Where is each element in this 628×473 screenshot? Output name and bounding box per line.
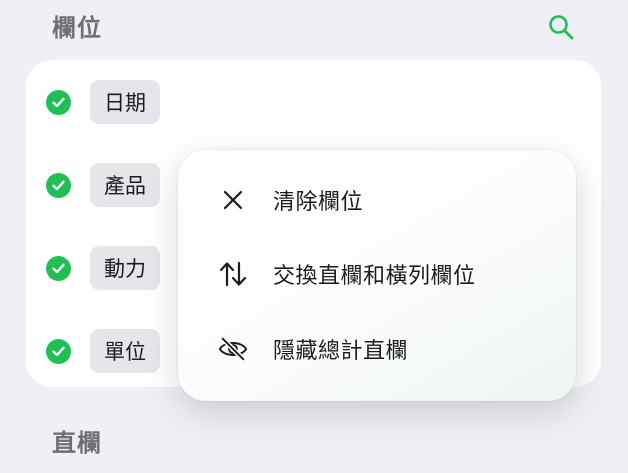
checkmark-icon <box>52 346 65 357</box>
swap-arrows-icon <box>218 260 248 288</box>
fields-section-title: 欄位 <box>52 14 102 42</box>
field-chip-power[interactable]: 動力 <box>90 246 160 290</box>
menu-item-label: 清除欄位 <box>273 190 364 215</box>
field-chip-date[interactable]: 日期 <box>90 80 160 124</box>
checkmark-icon <box>52 180 65 191</box>
search-icon <box>549 15 574 40</box>
search-button[interactable] <box>546 12 576 42</box>
field-chip-product[interactable]: 產品 <box>90 163 160 207</box>
field-chip-units[interactable]: 單位 <box>90 329 160 373</box>
field-checkbox[interactable] <box>46 173 71 198</box>
close-icon <box>218 186 248 214</box>
menu-item-swap-fields[interactable]: 交換直欄和橫列欄位 <box>178 244 576 304</box>
menu-item-clear-field[interactable]: 清除欄位 <box>178 170 576 230</box>
checkmark-icon <box>52 263 65 274</box>
context-menu: 清除欄位 交換直欄和橫列欄位 隱藏總計直欄 <box>178 150 576 401</box>
field-checkbox[interactable] <box>46 339 71 364</box>
checkmark-icon <box>52 97 65 108</box>
menu-item-label: 隱藏總計直欄 <box>273 339 409 364</box>
field-checkbox[interactable] <box>46 256 71 281</box>
menu-item-label: 交換直欄和橫列欄位 <box>273 264 476 289</box>
columns-section-title: 直欄 <box>52 429 102 457</box>
menu-item-hide-total-column[interactable]: 隱藏總計直欄 <box>178 319 576 379</box>
eye-slash-icon <box>218 335 248 363</box>
field-checkbox[interactable] <box>46 90 71 115</box>
